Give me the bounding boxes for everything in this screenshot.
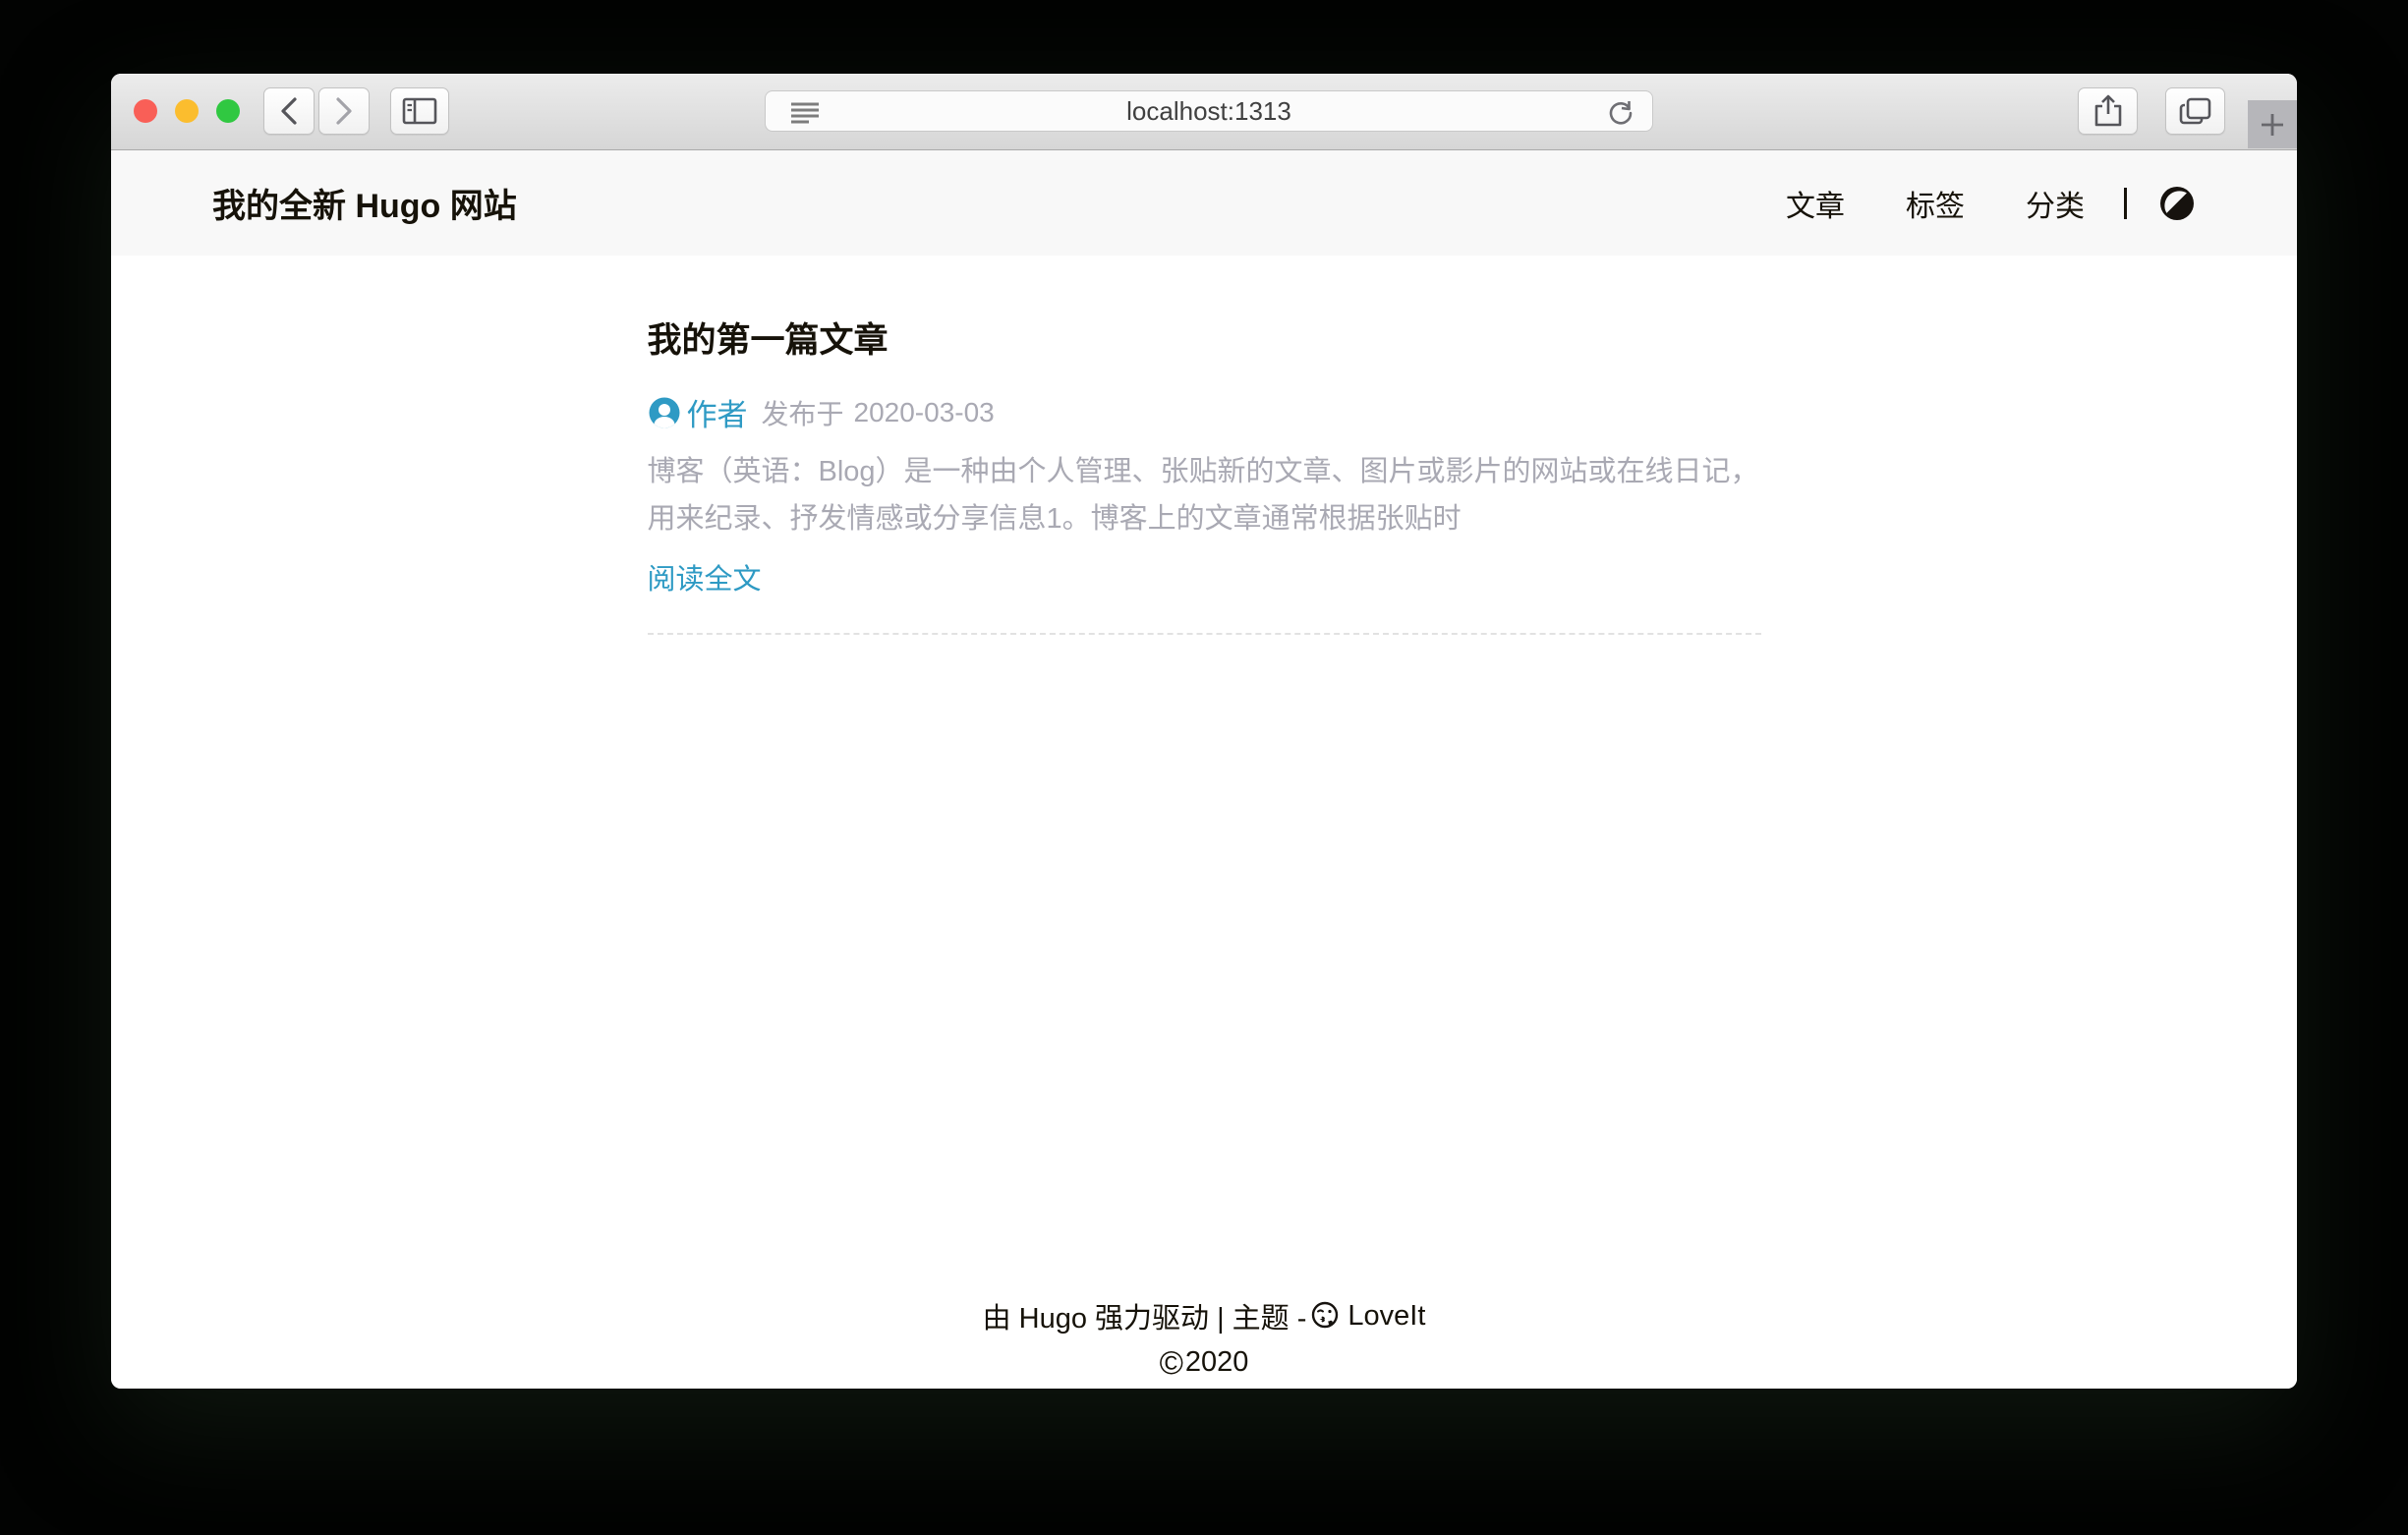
- share-button[interactable]: [2078, 87, 2138, 135]
- tab-overview-button[interactable]: [2165, 87, 2225, 135]
- read-more-link[interactable]: 阅读全文: [648, 556, 762, 597]
- published-date: 2020-03-03: [854, 397, 995, 428]
- sidebar-toggle-button[interactable]: [390, 87, 449, 135]
- post-summary-card: 我的第一篇文章 作者 发布于 2020-03-03 博客（英语：: [648, 313, 1761, 635]
- footer-copyright-line: © 2020: [111, 1346, 2297, 1379]
- refresh-icon[interactable]: [1607, 99, 1634, 127]
- address-bar[interactable]: localhost:1313: [765, 90, 1653, 132]
- post-divider: [648, 633, 1761, 635]
- theme-name-link[interactable]: LoveIt: [1347, 1300, 1425, 1333]
- back-button[interactable]: [263, 87, 315, 135]
- post-meta: 作者 发布于 2020-03-03: [648, 390, 1761, 434]
- new-tab-icon: [2260, 112, 2285, 138]
- nav-item-tags[interactable]: 标签: [1906, 182, 1965, 225]
- powered-by-text: 由 Hugo 强力驱动 | 主题 -: [983, 1295, 1307, 1336]
- close-icon[interactable]: [134, 99, 157, 123]
- minimize-icon[interactable]: [175, 99, 199, 123]
- theme-toggle-icon: [2158, 185, 2196, 222]
- post-title[interactable]: 我的第一篇文章: [648, 313, 1761, 363]
- published-label: 发布于: [762, 393, 844, 432]
- forward-icon: [333, 96, 355, 126]
- site-footer: 由 Hugo 强力驱动 | 主题 - LoveIt © 2020: [111, 1295, 2297, 1389]
- author-link[interactable]: 作者: [687, 390, 748, 434]
- page-main: 我的第一篇文章 作者 发布于 2020-03-03 博客（英语：: [111, 256, 2297, 1389]
- share-icon: [2093, 94, 2123, 128]
- zoom-icon[interactable]: [216, 99, 240, 123]
- tabs-icon: [2179, 96, 2212, 126]
- site-title[interactable]: 我的全新 Hugo 网站: [212, 179, 517, 227]
- browser-toolbar: localhost:1313: [111, 74, 2297, 150]
- kiss-face-icon: [1310, 1301, 1340, 1331]
- sidebar-icon: [402, 97, 437, 125]
- reader-icon[interactable]: [789, 100, 821, 126]
- new-tab-button[interactable]: [2248, 100, 2297, 148]
- nav-item-posts[interactable]: 文章: [1786, 182, 1845, 225]
- site-header: 我的全新 Hugo 网站 文章 标签 分类: [111, 150, 2297, 256]
- copyright-symbol: ©: [1160, 1346, 1183, 1379]
- post-summary-text: 博客（英语：Blog）是一种由个人管理、张贴新的文章、图片或影片的网站或在线日记…: [648, 448, 1761, 542]
- browser-window: localhost:1313: [111, 74, 2297, 1389]
- user-circle-icon: [648, 396, 681, 429]
- forward-button[interactable]: [318, 87, 370, 135]
- footer-powered-line: 由 Hugo 强力驱动 | 主题 - LoveIt: [111, 1295, 2297, 1336]
- nav-item-categories[interactable]: 分类: [2026, 182, 2085, 225]
- nav-divider: [2124, 188, 2127, 219]
- copyright-year: 2020: [1185, 1346, 1249, 1379]
- url-text: localhost:1313: [1126, 96, 1291, 127]
- back-icon: [278, 96, 300, 126]
- header-nav: 文章 标签 分类: [1725, 182, 2196, 225]
- theme-toggle-button[interactable]: [2158, 185, 2196, 222]
